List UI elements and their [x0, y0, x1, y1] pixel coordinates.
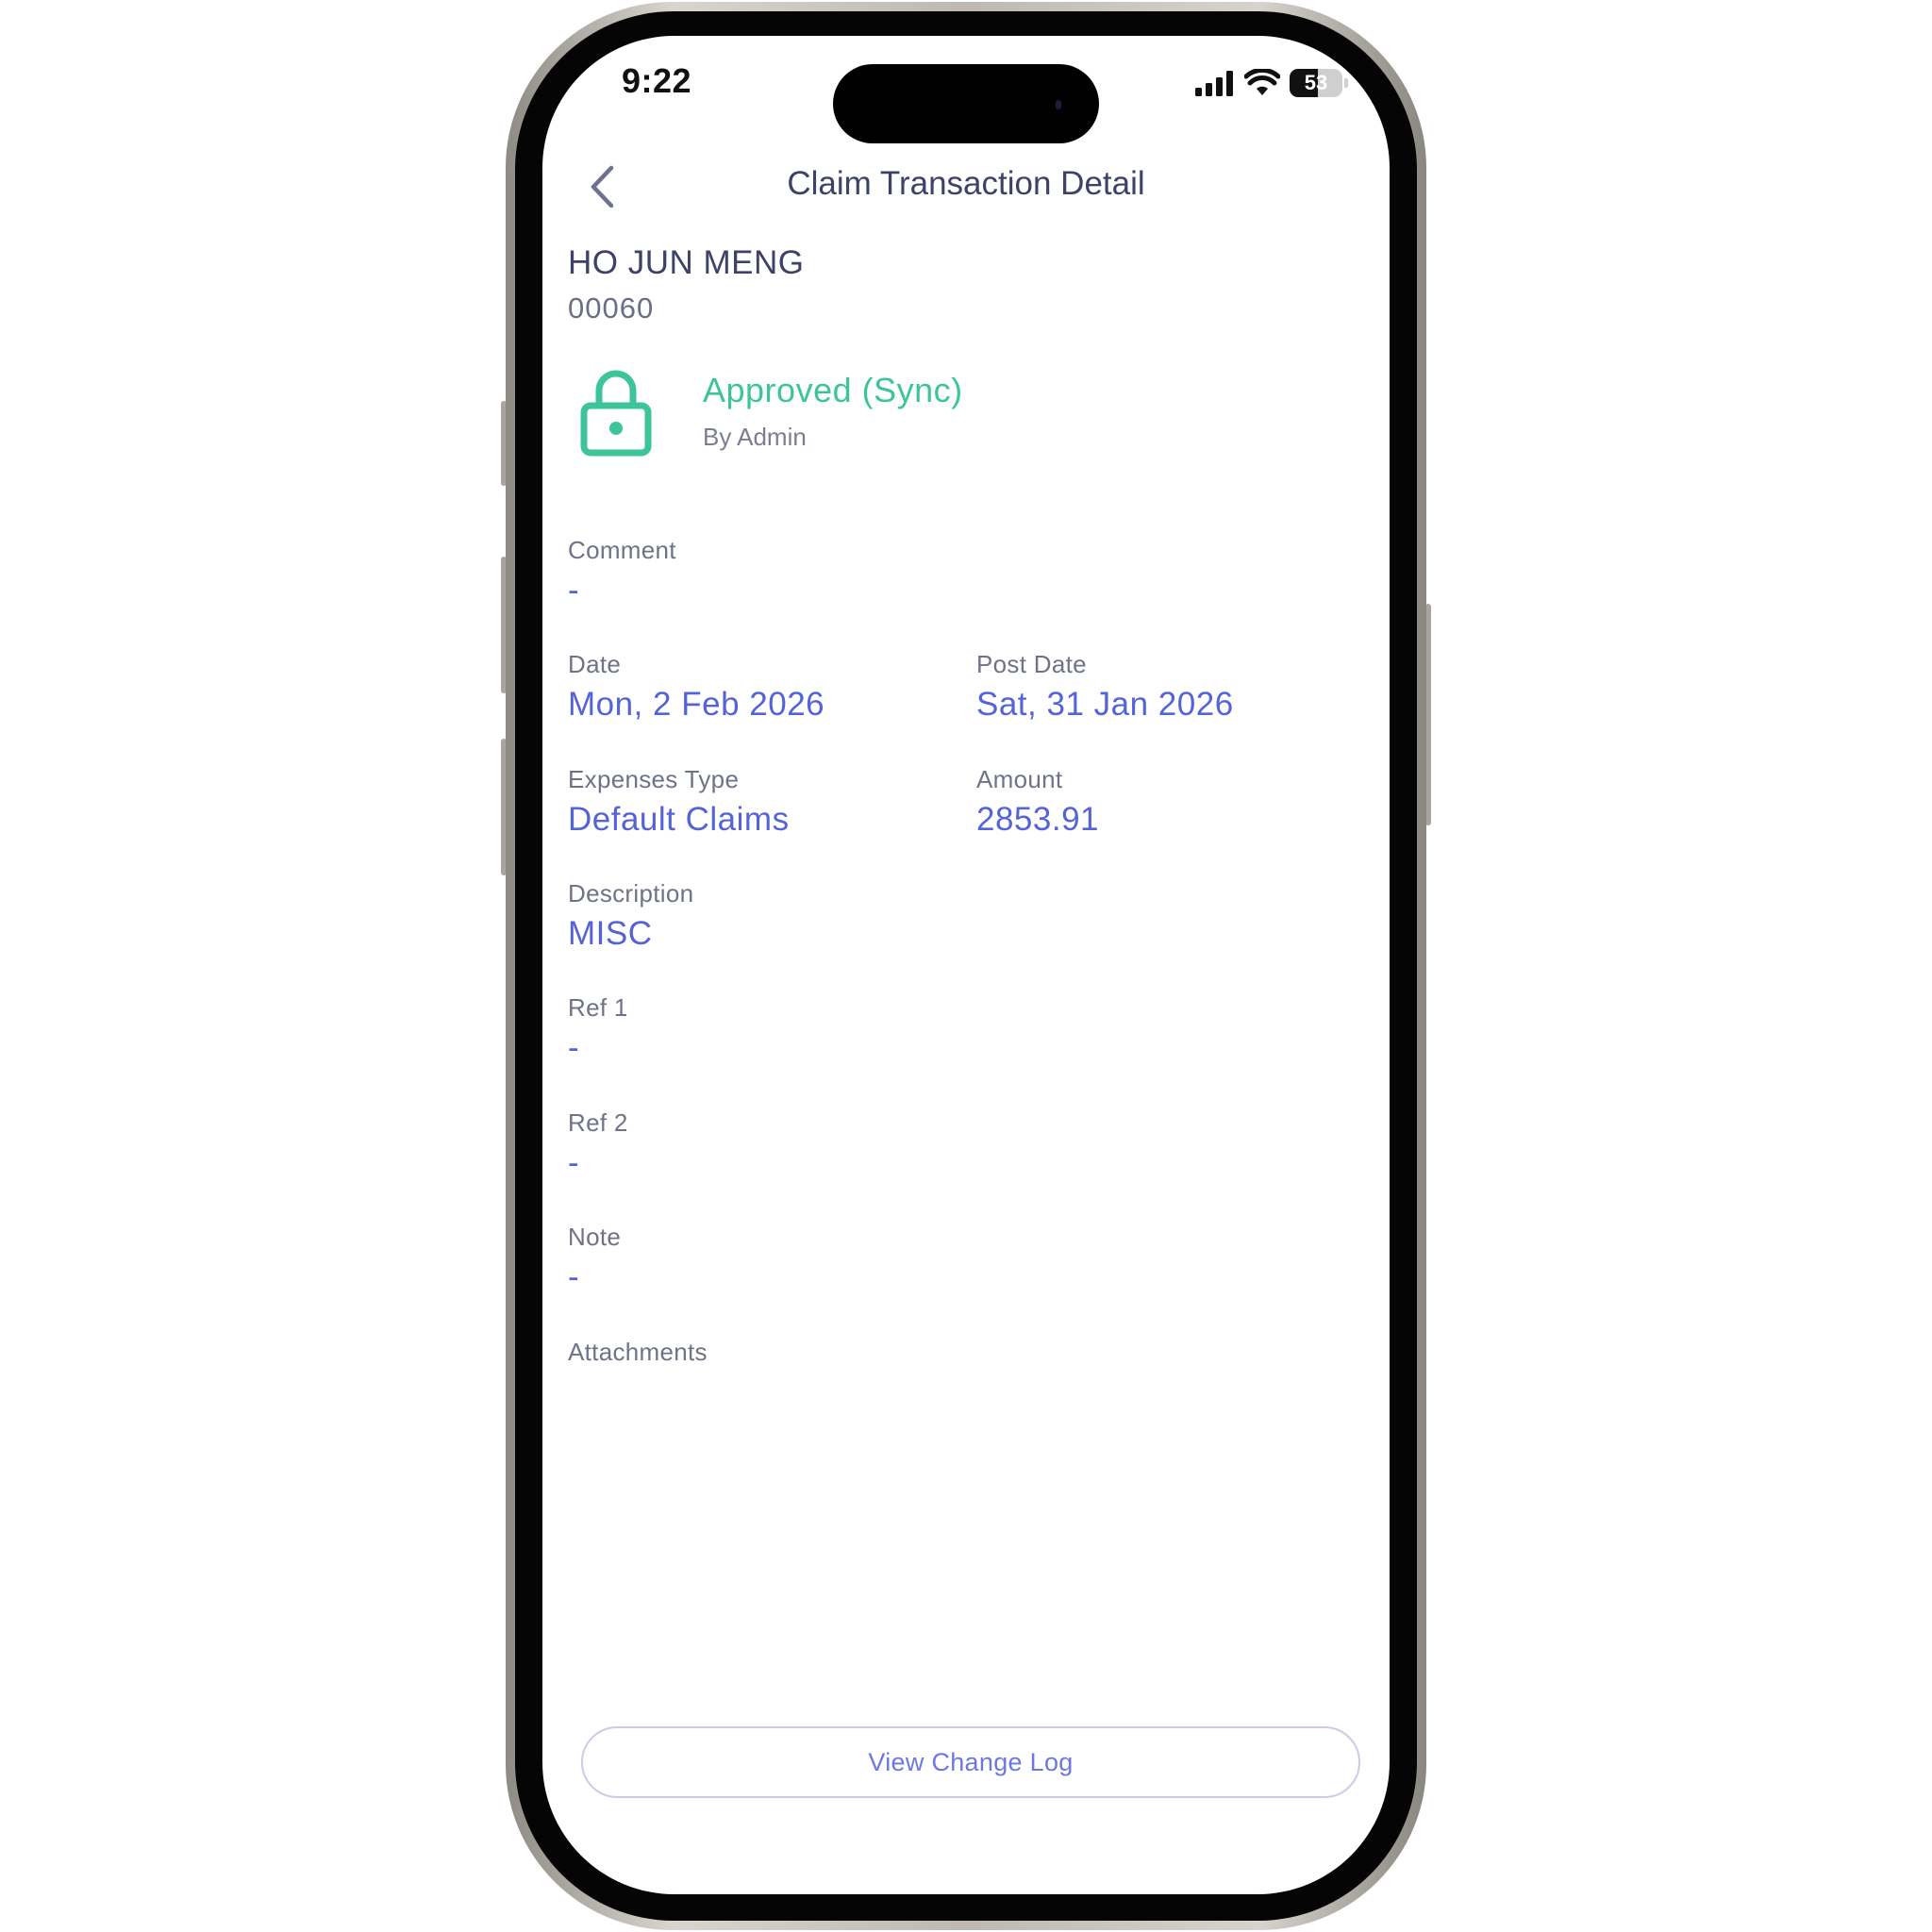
approved-by: By Admin	[703, 423, 807, 451]
employee-name: HO JUN MENG	[568, 244, 805, 281]
ref2-label: Ref 2	[568, 1108, 628, 1137]
ref1-value: -	[568, 1029, 580, 1066]
amount-label: Amount	[976, 765, 1063, 793]
wifi-icon	[1244, 69, 1280, 95]
description-label: Description	[568, 879, 694, 908]
date-value: Mon, 2 Feb 2026	[568, 686, 825, 723]
battery-cap	[1344, 78, 1348, 88]
status-icons: 53	[1195, 66, 1348, 100]
attachments-label: Attachments	[568, 1338, 708, 1366]
amount-value: 2853.91	[976, 801, 1100, 838]
device-mockup: 9:22 53 Claim Transaction Detail HO JUN …	[0, 0, 1932, 1932]
app-screen: 9:22 53 Claim Transaction Detail HO JUN …	[542, 36, 1390, 1894]
expenses-type-label: Expenses Type	[568, 765, 740, 793]
description-value: MISC	[568, 915, 653, 952]
lock-icon	[580, 370, 652, 457]
camera-indicator	[1056, 100, 1061, 109]
ref2-value: -	[568, 1144, 580, 1181]
dynamic-island	[833, 64, 1099, 143]
note-label: Note	[568, 1223, 622, 1251]
comment-label: Comment	[568, 536, 676, 564]
date-label: Date	[568, 650, 622, 678]
note-value: -	[568, 1258, 580, 1295]
cellular-signal-icon	[1195, 71, 1233, 96]
status-time: 9:22	[622, 61, 692, 100]
expenses-type-value: Default Claims	[568, 801, 790, 838]
ref1-label: Ref 1	[568, 993, 628, 1022]
battery-level: 53	[1304, 71, 1328, 94]
approval-status: Approved (Sync)	[703, 371, 963, 409]
post-date-value: Sat, 31 Jan 2026	[976, 686, 1234, 723]
employee-id: 00060	[568, 291, 655, 325]
post-date-label: Post Date	[976, 650, 1087, 678]
page-title: Claim Transaction Detail	[787, 165, 1145, 202]
comment-value: -	[568, 572, 580, 608]
battery-icon: 53	[1290, 69, 1342, 97]
view-change-log-button[interactable]: View Change Log	[581, 1726, 1360, 1798]
